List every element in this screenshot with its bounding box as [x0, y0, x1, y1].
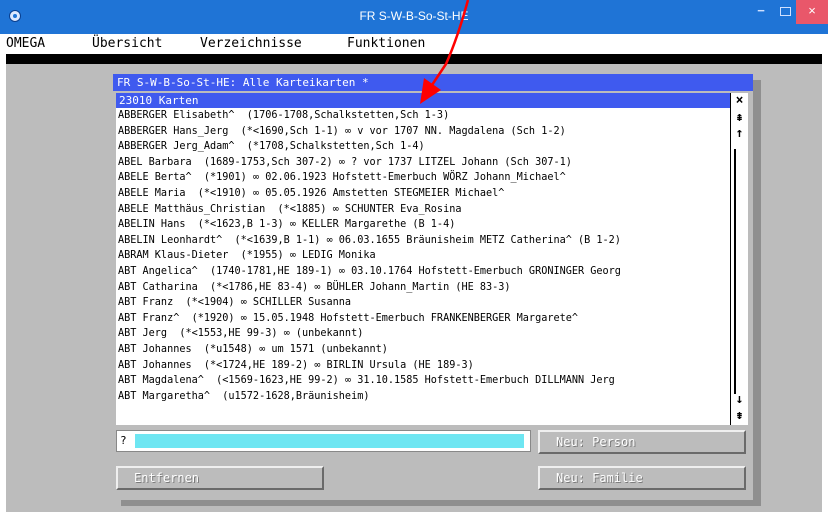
- new-person-button[interactable]: Neu: Person: [538, 430, 746, 454]
- list-item[interactable]: ABELIN Leonhardt^ (*<1639,B 1-1) ∞ 06.03…: [116, 233, 730, 249]
- scroll-track[interactable]: [734, 149, 744, 394]
- list-item[interactable]: ABBERGER Hans_Jerg (*<1690,Sch 1-1) ∞ v …: [116, 124, 730, 140]
- new-family-button[interactable]: Neu: Familie: [538, 466, 746, 490]
- list-item[interactable]: ABELE Matthäus_Christian (*<1885) ∞ SCHU…: [116, 202, 730, 218]
- list-item[interactable]: ABBERGER Elisabeth^ (1706-1708,Schalkste…: [116, 108, 730, 124]
- list-item[interactable]: ABT Franz^ (*1920) ∞ 15.05.1948 Hofstett…: [116, 311, 730, 327]
- close-button[interactable]: ×: [796, 0, 828, 24]
- list-item[interactable]: ABELIN Hans (*<1623,B 1-3) ∞ KELLER Marg…: [116, 217, 730, 233]
- list-item[interactable]: ABT Jerg (*<1553,HE 99-3) ∞ (unbekannt): [116, 326, 730, 342]
- list-item[interactable]: ABT Margaretha^ (u1572-1628,Bräunisheim): [116, 389, 730, 405]
- dialog-title: FR S-W-B-So-St-HE: Alle Karteikarten *: [113, 74, 753, 91]
- remove-button[interactable]: Entfernen: [116, 466, 324, 490]
- menu-omega[interactable]: OMEGA: [6, 36, 45, 51]
- menu-funktionen[interactable]: Funktionen: [347, 36, 425, 51]
- window-titlebar: FR S-W-B-So-St-HE − ×: [0, 0, 828, 34]
- menu-uebersicht[interactable]: Übersicht: [92, 36, 162, 51]
- search-row: ?: [116, 430, 531, 452]
- scroll-down-icon[interactable]: ↓: [731, 392, 748, 408]
- search-input[interactable]: [135, 434, 524, 448]
- scroll-up-icon[interactable]: ↑: [731, 126, 748, 142]
- list-item[interactable]: ABT Johannes (*u1548) ∞ um 1571 (unbekan…: [116, 342, 730, 358]
- menu-bar: OMEGA Übersicht Verzeichnisse Funktionen: [0, 34, 828, 54]
- list-item[interactable]: ABT Magdalena^ (<1569-1623,HE 99-2) ∞ 31…: [116, 373, 730, 389]
- page-up-icon[interactable]: ⇞: [731, 110, 748, 126]
- list-item[interactable]: ABT Franz (*<1904) ∞ SCHILLER Susanna: [116, 295, 730, 311]
- card-list-dialog: FR S-W-B-So-St-HE: Alle Karteikarten * 2…: [113, 74, 753, 500]
- list-item[interactable]: ABT Johannes (*<1724,HE 189-2) ∞ BIRLIN …: [116, 358, 730, 374]
- list-item[interactable]: ABBERGER Jerg_Adam^ (*1708,Schalkstetten…: [116, 139, 730, 155]
- list-item[interactable]: ABEL Barbara (1689-1753,Sch 307-2) ∞ ? v…: [116, 155, 730, 171]
- close-list-button[interactable]: ×: [731, 93, 748, 109]
- page-down-icon[interactable]: ⇟: [731, 408, 748, 424]
- list-item[interactable]: ABRAM Klaus-Dieter (*1955) ∞ LEDIG Monik…: [116, 248, 730, 264]
- list-scrollbar[interactable]: × ⇞ ↑ ↓ ⇟: [730, 93, 748, 425]
- list-item[interactable]: ABELE Maria (*<1910) ∞ 05.05.1926 Amstet…: [116, 186, 730, 202]
- list-item[interactable]: ABELE Berta^ (*1901) ∞ 02.06.1923 Hofste…: [116, 170, 730, 186]
- list-item[interactable]: ABT Angelica^ (1740-1781,HE 189-1) ∞ 03.…: [116, 264, 730, 280]
- menu-verzeichnisse[interactable]: Verzeichnisse: [200, 36, 302, 51]
- list-item[interactable]: ABT Catharina (*<1786,HE 83-4) ∞ BÜHLER …: [116, 280, 730, 296]
- search-prompt: ?: [120, 434, 127, 447]
- card-count: 23010 Karten: [116, 93, 730, 108]
- maximize-button[interactable]: [772, 0, 798, 24]
- maximize-icon: [779, 7, 791, 16]
- card-list[interactable]: ABBERGER Elisabeth^ (1706-1708,Schalkste…: [116, 108, 730, 425]
- minimize-button[interactable]: −: [748, 0, 774, 24]
- window-title: FR S-W-B-So-St-HE: [359, 9, 469, 23]
